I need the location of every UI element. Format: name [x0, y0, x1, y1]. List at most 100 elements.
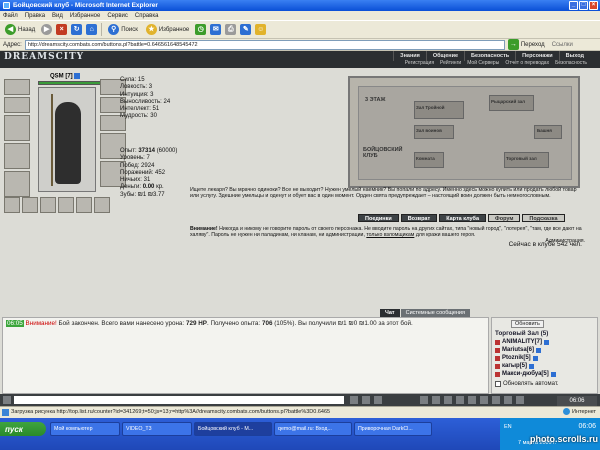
start-button[interactable]: пуск	[0, 422, 46, 436]
boots-slot[interactable]	[94, 197, 110, 213]
player-row[interactable]: кагыр[5]	[495, 362, 594, 370]
mail-icon[interactable]: ✉	[210, 24, 222, 35]
player-row[interactable]: Ptoznik[5]	[495, 354, 594, 362]
level-line: Уровень: 7	[120, 155, 150, 162]
map-icon[interactable]	[468, 396, 476, 404]
armor-slot[interactable]	[4, 143, 30, 169]
task-darkclub[interactable]: Приворочная DarkCl...	[354, 422, 432, 436]
room-description: Ищете лекаря? Вы мрачно одиноки? Все не …	[190, 187, 577, 200]
settings-icon[interactable]	[504, 396, 512, 404]
language-indicator[interactable]: EN	[504, 424, 512, 430]
info-icon[interactable]	[536, 347, 542, 353]
info-icon[interactable]	[532, 355, 538, 361]
address-label: Адрес:	[3, 41, 22, 48]
menu-edit[interactable]: Правка	[25, 13, 45, 19]
task-mail[interactable]: qemo@mail.ru: Вход...	[274, 422, 352, 436]
smile-icon[interactable]	[362, 396, 370, 404]
bag-slot-1[interactable]	[4, 197, 20, 213]
subnav-servers[interactable]: Мой Серверы	[464, 59, 502, 67]
site-logo[interactable]: DREAMSCITY	[4, 52, 84, 62]
close-button[interactable]: ×	[589, 1, 598, 10]
favorites-button[interactable]: ★ Избранное	[144, 23, 191, 37]
return-button[interactable]: Возврат	[400, 214, 438, 222]
subnav-transfers[interactable]: Отчет о переводах	[502, 59, 552, 67]
sub-nav: Регистрация Рейтинги Мой Серверы Отчет о…	[402, 59, 590, 67]
subnav-registration[interactable]: Регистрация	[402, 59, 437, 67]
chat-options-icon[interactable]	[3, 396, 11, 404]
menu-view[interactable]: Вид	[52, 13, 63, 19]
menu-favorites[interactable]: Избранное	[70, 13, 100, 19]
room-panel: Обновить Торговый Зал (5) ANIMALITY[7] M…	[491, 317, 598, 394]
belt-slot[interactable]	[4, 171, 30, 197]
weapon-slot[interactable]	[4, 115, 30, 141]
skills-icon[interactable]	[444, 396, 452, 404]
info-icon[interactable]	[528, 363, 534, 369]
inventory-icon[interactable]	[432, 396, 440, 404]
character-avatar[interactable]	[38, 87, 96, 192]
subnav-ratings[interactable]: Рейтинги	[437, 59, 464, 67]
character-level: [7]	[65, 73, 73, 80]
send-icon[interactable]	[350, 396, 358, 404]
history-icon[interactable]: ◷	[195, 24, 207, 35]
search-icon: ⚲	[108, 24, 120, 35]
info-icon[interactable]	[550, 371, 556, 377]
search-button[interactable]: ⚲ Поиск	[106, 23, 140, 37]
task-my-computer[interactable]: Мой компьютер	[50, 422, 120, 436]
tray-clock[interactable]: 06:06	[578, 423, 596, 430]
bag-slot-2[interactable]	[22, 197, 38, 213]
warning-tail: для кражи вашего героя.	[415, 232, 476, 239]
fight-icon[interactable]	[420, 396, 428, 404]
amulet-slot[interactable]	[4, 97, 30, 113]
forward-arrow-icon[interactable]: ▶	[41, 24, 53, 35]
forum-button[interactable]: Форум	[488, 214, 521, 222]
toolbar: ◀ Назад ▶ × ↻ ⌂ ⚲ Поиск ★ Избранное ◷ ✉ …	[0, 21, 600, 39]
address-input[interactable]: http://dreamscity.combats.com/buttons.pl…	[24, 39, 505, 50]
messenger-icon[interactable]: ☺	[255, 24, 267, 35]
menu-help[interactable]: Справка	[135, 13, 159, 19]
mail-icon[interactable]	[492, 396, 500, 404]
menu-file[interactable]: Файл	[3, 13, 18, 19]
go-label: Переход	[520, 41, 545, 48]
fights-button[interactable]: Поединки	[358, 214, 399, 222]
clear-icon[interactable]	[374, 396, 382, 404]
auto-refresh[interactable]: Обновлять автомат.	[495, 381, 594, 387]
player-row[interactable]: ANIMALITY[7]	[495, 338, 594, 346]
minimize-button[interactable]: _	[569, 1, 578, 10]
chat-time: 06:05	[6, 320, 24, 327]
hint-button[interactable]: Подсказка	[522, 214, 565, 222]
go-button[interactable]: → Переход	[507, 39, 545, 50]
player-row[interactable]: Mariutsa[6]	[495, 346, 594, 354]
warning-link[interactable]: только взломщикам	[366, 232, 414, 238]
quests-icon[interactable]	[456, 396, 464, 404]
map-room-triple[interactable]	[414, 101, 464, 119]
print-icon[interactable]: ⎙	[225, 24, 237, 35]
player-row[interactable]: Макси-дюбуа[5]	[495, 370, 594, 378]
links-label[interactable]: Ссылки	[552, 42, 573, 48]
chat-input[interactable]	[14, 396, 344, 404]
character-name[interactable]: QSM [7]	[50, 73, 81, 80]
refresh-button[interactable]: Обновить	[511, 320, 544, 328]
tab-chat[interactable]: Чат	[380, 309, 400, 317]
back-button[interactable]: ◀ Назад	[3, 23, 37, 37]
exit-icon[interactable]	[516, 396, 524, 404]
stop-icon[interactable]: ×	[56, 24, 68, 35]
page-content: DREAMSCITY Знания Общение Безопасность П…	[0, 51, 600, 406]
task-video[interactable]: VIDEO_T3	[122, 422, 192, 436]
home-icon[interactable]: ⌂	[86, 24, 98, 35]
menu-tools[interactable]: Сервис	[107, 13, 128, 19]
tab-system-messages[interactable]: Системные сообщения	[400, 309, 470, 317]
club-map-button[interactable]: Карта клуба	[439, 214, 487, 222]
bag-slot-5[interactable]	[76, 197, 92, 213]
task-combats[interactable]: Бойцовский клуб - М...	[194, 422, 272, 436]
auto-refresh-checkbox[interactable]	[495, 381, 501, 387]
info-icon[interactable]	[544, 339, 549, 345]
subnav-security[interactable]: Безопасность	[552, 59, 590, 67]
bag-slot-3[interactable]	[40, 197, 56, 213]
friends-icon[interactable]	[480, 396, 488, 404]
edit-icon[interactable]: ✎	[240, 24, 252, 35]
maximize-button[interactable]: □	[579, 1, 588, 10]
refresh-icon[interactable]: ↻	[71, 24, 83, 35]
helmet-slot[interactable]	[4, 79, 30, 95]
bag-slot-4[interactable]	[58, 197, 74, 213]
info-icon[interactable]	[74, 73, 81, 79]
